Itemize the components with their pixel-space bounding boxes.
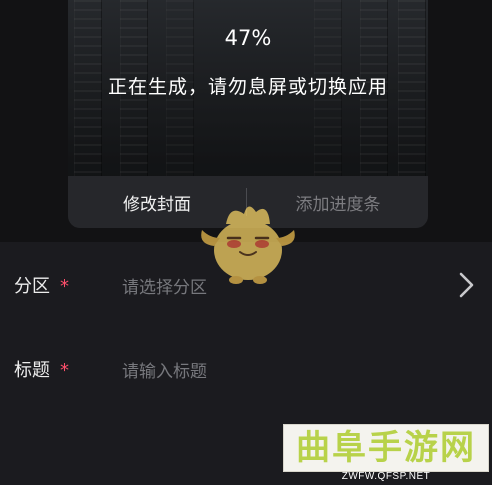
chevron-right-icon[interactable] (454, 270, 478, 300)
generating-message: 正在生成，请勿息屏或切换应用 (107, 76, 388, 98)
required-mark: * (60, 360, 69, 381)
required-mark: * (60, 276, 69, 297)
section-label: 分区 * (14, 272, 69, 298)
title-label: 标题 * (14, 356, 69, 382)
watermark-brand: 曲阜手游网 (296, 428, 476, 468)
section-select[interactable]: 请选择分区 (122, 273, 207, 298)
watermark-url: ZWFW.QFSP.NET (341, 471, 431, 482)
section-label-text: 分区 (14, 276, 50, 297)
progress-percent: 47% (224, 26, 272, 50)
mascot-icon (201, 206, 295, 284)
title-input[interactable]: 请输入标题 (122, 357, 207, 382)
title-label-text: 标题 (14, 360, 50, 381)
watermark-logo: 曲阜手游网 (283, 424, 489, 472)
title-row[interactable]: 标题 * 请输入标题 (0, 338, 492, 398)
video-preview: 47% 正在生成，请勿息屏或切换应用 修改封面 添加进度条 (68, 0, 428, 228)
